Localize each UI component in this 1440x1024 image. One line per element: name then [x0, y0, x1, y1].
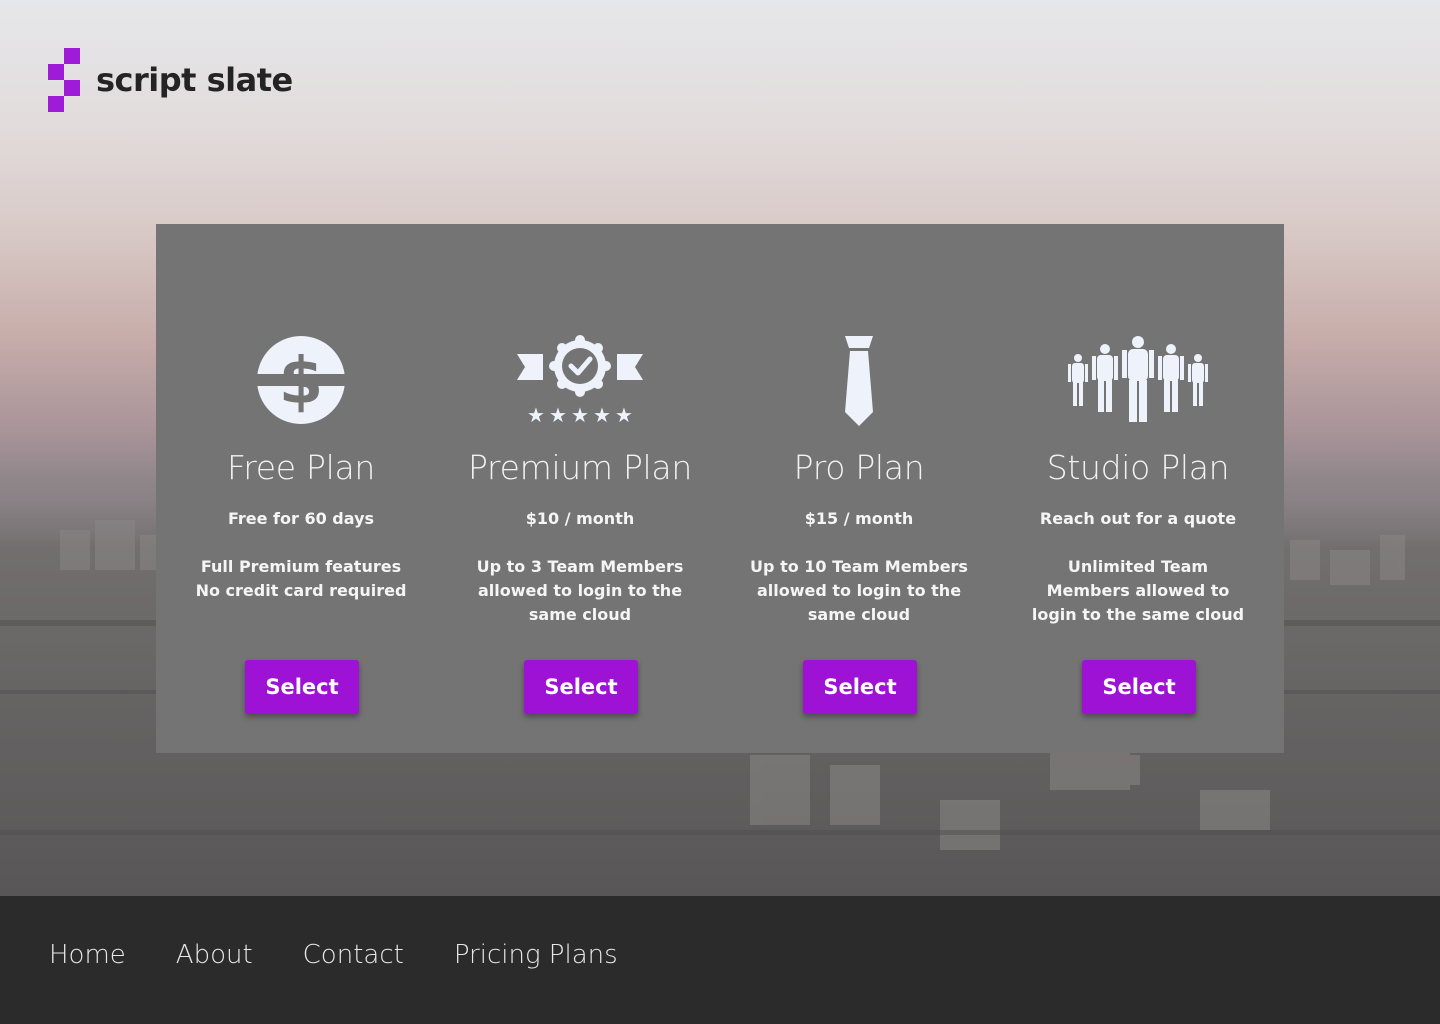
plan-card-pro: Pro Plan $15 / month Up to 10 Team Membe… [739, 334, 979, 714]
plan-description: Full Premium features No credit card req… [181, 555, 421, 627]
necktie-icon [845, 336, 873, 426]
select-premium-plan-button[interactable]: Select [524, 660, 638, 714]
nav-link-home[interactable]: Home [49, 940, 126, 970]
select-free-plan-button[interactable]: Select [245, 660, 359, 714]
plan-card-studio: Studio Plan Reach out for a quote Unlimi… [1018, 334, 1258, 714]
plan-card-free: $ Free Plan Free for 60 days Full Premiu… [181, 334, 421, 714]
plan-price: Reach out for a quote [1039, 509, 1237, 528]
plan-description-line: login to the same cloud [1031, 605, 1245, 624]
brand-logo[interactable]: script slate [48, 48, 293, 112]
plan-description-line: No credit card required [195, 581, 407, 600]
svg-text:★: ★ [549, 403, 567, 426]
plan-description-line: Unlimited Team [1067, 557, 1209, 576]
plan-description-line: same cloud [807, 605, 911, 624]
plan-card-premium: ★ ★ ★ ★ ★ Premium Plan $10 / month Up to 3 T… [460, 334, 700, 714]
plan-price: $15 / month [804, 509, 914, 528]
footer: Home About Contact Pricing Plans [0, 896, 1440, 1024]
svg-text:$: $ [279, 345, 324, 419]
plan-description-line: same cloud [528, 605, 632, 624]
plan-title: Studio Plan [1046, 448, 1230, 487]
plan-price: Free for 60 days [227, 509, 375, 528]
select-pro-plan-button[interactable]: Select [803, 660, 917, 714]
team-people-icon [1068, 336, 1208, 422]
footer-nav: Home About Contact Pricing Plans [49, 940, 668, 970]
plan-description-line: Up to 3 Team Members [476, 557, 684, 576]
plan-description: Up to 3 Team Members allowed to login to… [460, 555, 700, 627]
plan-description-line: allowed to login to the [756, 581, 962, 600]
plan-title: Free Plan [226, 448, 376, 487]
plan-price: $10 / month [525, 509, 635, 528]
plan-description-line: allowed to login to the [477, 581, 683, 600]
plan-description-line: Members allowed to [1046, 581, 1230, 600]
nav-link-about[interactable]: About [176, 940, 253, 970]
svg-text:★: ★ [527, 403, 545, 426]
plan-description: Up to 10 Team Members allowed to login t… [739, 555, 979, 627]
svg-text:★: ★ [593, 403, 611, 426]
plan-description-line: Full Premium features [200, 557, 402, 576]
plan-description: Unlimited Team Members allowed to login … [1018, 555, 1258, 627]
pricing-panel: $ Free Plan Free for 60 days Full Premiu… [156, 224, 1284, 753]
nav-link-contact[interactable]: Contact [303, 940, 404, 970]
plan-description-line: Up to 10 Team Members [750, 557, 968, 576]
svg-text:★: ★ [571, 403, 589, 426]
logo-mark-icon [48, 48, 80, 112]
brand-name: script slate [96, 61, 293, 99]
select-studio-plan-button[interactable]: Select [1082, 660, 1196, 714]
nav-link-pricing-plans[interactable]: Pricing Plans [454, 940, 618, 970]
plan-title: Pro Plan [793, 448, 925, 487]
award-badge-icon: ★ ★ ★ ★ ★ [517, 335, 643, 426]
svg-text:★: ★ [615, 403, 633, 426]
plan-title: Premium Plan [468, 448, 692, 487]
dollar-coin-icon: $ [251, 336, 351, 424]
